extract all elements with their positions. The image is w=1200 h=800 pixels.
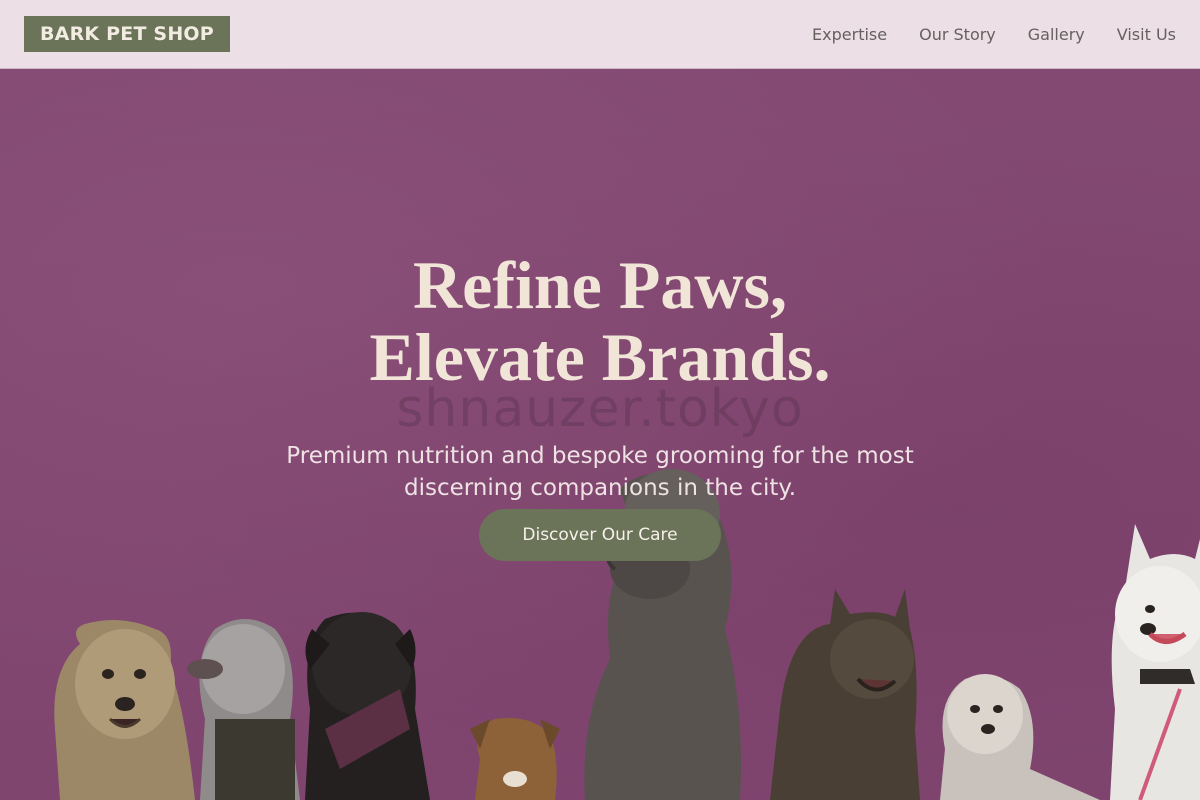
- nav-link-gallery[interactable]: Gallery: [1028, 25, 1085, 44]
- brand-logo[interactable]: BARK PET SHOP: [24, 16, 230, 52]
- dog-white-shih-tzu-image: [940, 674, 1100, 800]
- dog-grey-curly-image: [187, 619, 300, 800]
- dog-husky-image: [1110, 524, 1200, 800]
- nav-menu: Expertise Our Story Gallery Visit Us: [812, 0, 1176, 68]
- hero-headline-line-1: Refine Paws,: [413, 247, 787, 323]
- nav-link-visit-us[interactable]: Visit Us: [1117, 25, 1176, 44]
- dog-black-image: [305, 612, 430, 800]
- dog-tan-fluffy-image: [54, 620, 196, 800]
- discover-care-button[interactable]: Discover Our Care: [479, 509, 721, 561]
- hero-subtitle: Premium nutrition and bespoke grooming f…: [286, 443, 914, 501]
- dog-brindle-image: [770, 589, 920, 800]
- nav-link-expertise[interactable]: Expertise: [812, 25, 887, 44]
- hero-headline-line-2: Elevate Brands.: [369, 319, 831, 395]
- top-nav: BARK PET SHOP Expertise Our Story Galler…: [0, 0, 1200, 69]
- hero-section: shnauzer.tokyo Refine Paws, Elevate Bran…: [0, 69, 1200, 800]
- hero-headline: Refine Paws, Elevate Brands.: [0, 249, 1200, 393]
- dog-small-brown-image: [470, 718, 560, 800]
- nav-link-our-story[interactable]: Our Story: [919, 25, 996, 44]
